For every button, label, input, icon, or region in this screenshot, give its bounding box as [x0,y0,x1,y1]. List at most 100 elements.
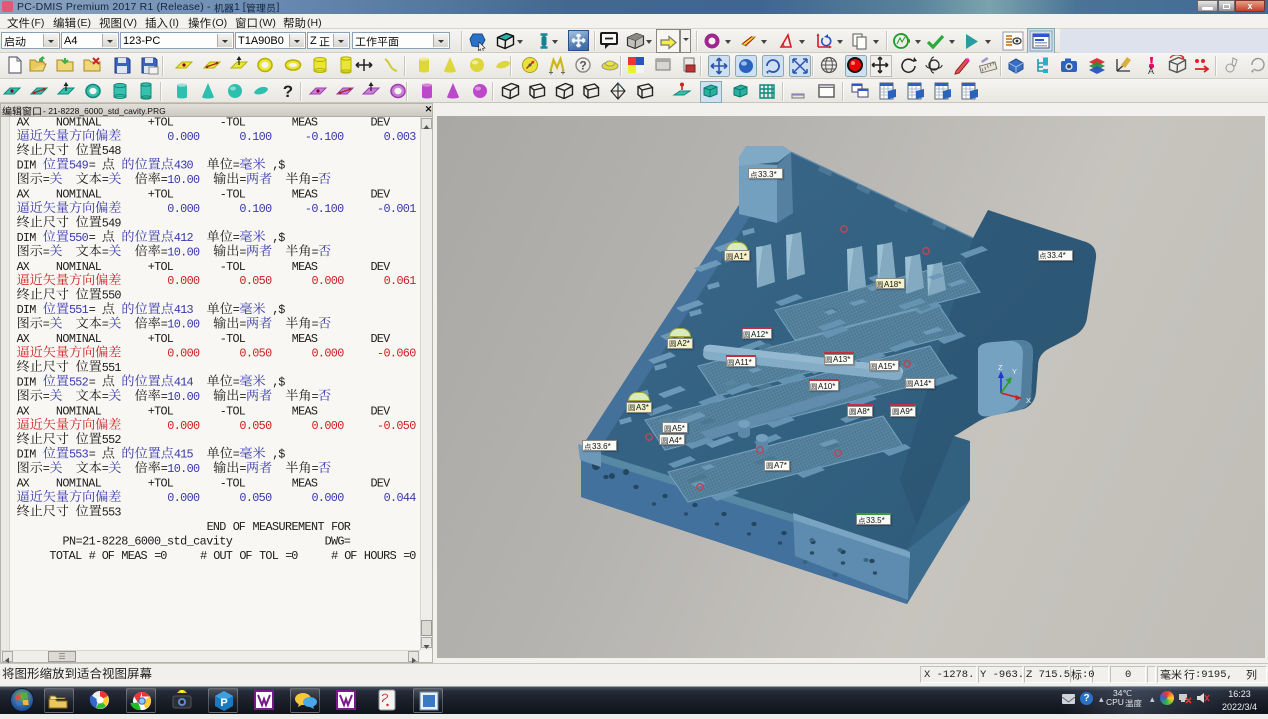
svg-text:551: 551 [102,361,122,375]
svg-text:DEV: DEV [371,332,392,346]
svg-text:+TOL: +TOL [148,117,174,129]
svg-text:MEAS: MEAS [292,332,318,346]
svg-text:MEAS: MEAS [292,404,318,418]
svg-text:0.000: 0.000 [167,419,200,433]
svg-text:DIM: DIM [17,231,37,245]
svg-text:TOL: TOL [259,549,279,563]
svg-text:DIM: DIM [17,375,37,389]
svg-text:X: X [1026,396,1031,405]
svg-text:=: = [89,303,96,317]
svg-text:550: 550 [69,231,89,245]
svg-text:HOURS: HOURS [364,549,397,563]
svg-text:0.100: 0.100 [239,130,272,144]
svg-text:MEAS: MEAS [292,260,318,274]
svg-text:-TOL: -TOL [220,404,246,418]
svg-text:-TOL: -TOL [220,477,246,491]
svg-text:0.000: 0.000 [167,274,200,288]
svg-text:PN=21-8228_6000_std_cavity: PN=21-8228_6000_std_cavity [63,534,233,548]
svg-text:=: = [102,245,109,259]
svg-text:+TOL: +TOL [148,332,174,346]
svg-text:NOMINAL: NOMINAL [56,188,102,202]
svg-text:DEV: DEV [371,117,392,129]
svg-text:AX: AX [17,332,30,346]
svg-text:Z: Z [998,363,1003,372]
svg-text:AX: AX [17,117,30,129]
svg-text:-0.100: -0.100 [305,202,344,216]
svg-text:=0: =0 [285,549,298,563]
svg-text:=: = [102,173,109,187]
svg-text:=: = [239,318,246,332]
svg-text:NOMINAL: NOMINAL [56,332,102,346]
svg-text:0.000: 0.000 [312,347,345,361]
svg-text:0.000: 0.000 [312,419,345,433]
svg-text:-0.050: -0.050 [377,419,416,433]
svg-text:OF: OF [102,549,115,563]
svg-text:,$: ,$ [272,303,285,317]
svg-text:#: # [331,549,338,563]
svg-text:DWG=: DWG= [325,534,351,548]
svg-text:=: = [43,318,50,332]
svg-text:OF: OF [233,520,246,534]
svg-text:=: = [43,390,50,404]
svg-text:0.050: 0.050 [239,347,272,361]
svg-text:AX: AX [17,477,30,491]
svg-text:MEAS: MEAS [292,188,318,202]
svg-text:?: ? [283,82,293,101]
svg-text:=: = [239,390,246,404]
svg-text:=: = [233,303,240,317]
svg-text:=: = [233,231,240,245]
svg-text:10.00: 10.00 [167,245,200,259]
svg-text:DIM: DIM [17,159,37,173]
svg-text:#: # [89,549,96,563]
svg-text:0.000: 0.000 [167,130,200,144]
svg-text:MEASUREMENT: MEASUREMENT [253,520,325,534]
svg-text:Y: Y [1012,367,1017,376]
svg-text:TOTAL: TOTAL [49,549,82,563]
svg-text:0.000: 0.000 [312,274,345,288]
svg-text:-0.060: -0.060 [377,347,416,361]
svg-text:DIM: DIM [17,303,37,317]
svg-text:0.061: 0.061 [384,274,417,288]
svg-text:=: = [233,448,240,462]
svg-text:-TOL: -TOL [220,188,246,202]
svg-text:0.000: 0.000 [167,491,200,505]
svg-text:DIM: DIM [17,448,37,462]
svg-text:=: = [312,173,319,187]
svg-text:550: 550 [102,289,122,303]
svg-text:=: = [233,375,240,389]
svg-text:OF: OF [239,549,252,563]
svg-text:=: = [89,231,96,245]
svg-text:=0: =0 [403,549,416,563]
svg-text:=: = [312,462,319,476]
svg-text:=: = [89,159,96,173]
svg-text:=: = [239,245,246,259]
svg-text:415: 415 [174,448,194,462]
svg-text:+TOL: +TOL [148,477,174,491]
svg-text:0.050: 0.050 [239,274,272,288]
svg-text:-0.001: -0.001 [377,202,416,216]
svg-text:-TOL: -TOL [220,117,246,129]
svg-text:412: 412 [174,231,194,245]
svg-text:553: 553 [102,505,122,519]
svg-text:-0.100: -0.100 [305,130,344,144]
svg-text:AX: AX [17,260,30,274]
svg-text:-TOL: -TOL [220,260,246,274]
svg-text:=: = [239,173,246,187]
svg-text:0.050: 0.050 [239,419,272,433]
svg-text:MEAS: MEAS [121,549,147,563]
svg-text:10.00: 10.00 [167,173,200,187]
svg-text:DEV: DEV [371,188,392,202]
svg-text:NOMINAL: NOMINAL [56,117,102,129]
svg-text:DEV: DEV [371,404,392,418]
svg-text:=: = [312,390,319,404]
svg-text:MEAS: MEAS [292,477,318,491]
svg-text:=: = [312,318,319,332]
svg-text:+TOL: +TOL [148,260,174,274]
svg-text:413: 413 [174,303,194,317]
svg-text:0.000: 0.000 [167,202,200,216]
svg-text:#: # [200,549,207,563]
svg-text:552: 552 [69,375,89,389]
svg-text:=: = [239,462,246,476]
svg-text:NOMINAL: NOMINAL [56,404,102,418]
svg-text:P: P [220,697,227,709]
